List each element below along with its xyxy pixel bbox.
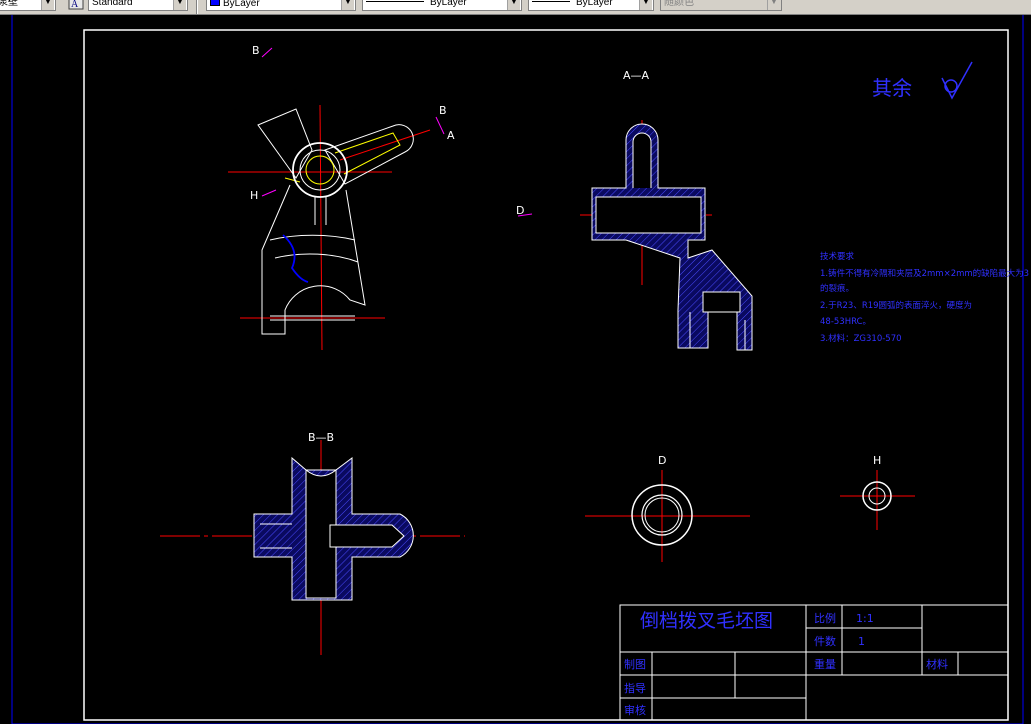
chevron-down-icon[interactable]: ▼	[341, 0, 354, 10]
svg-text:A: A	[71, 0, 79, 10]
view-h: H	[840, 454, 915, 530]
lineweight-preview	[532, 1, 570, 2]
chevron-down-icon[interactable]: ▼	[639, 0, 652, 10]
scale-label: 比例	[814, 611, 836, 625]
color-swatch	[210, 0, 220, 6]
text-style-value: Standard	[92, 0, 133, 8]
roughness-symbol: 其余	[872, 61, 973, 100]
toolbar-separator	[196, 0, 198, 14]
tech-line-3: 2.于R23、R19圆弧的表面淬火，硬度为	[820, 300, 972, 311]
lineweight-value: ByLayer	[576, 0, 613, 8]
plotstyle-value: 随颜色	[664, 0, 694, 8]
text-style-icon[interactable]: A	[68, 0, 84, 10]
mark-h: H	[250, 189, 258, 202]
tech-line-4: 48-53HRC。	[820, 317, 871, 327]
properties-toolbar: 泵壁 ▼ A Standard ▼ ByLayer ▼ ByLayer ▼ By…	[0, 0, 1031, 15]
view-marks-main: B B A H D	[250, 44, 533, 217]
material-label: 材料	[926, 657, 948, 671]
designed-by-label: 指导	[624, 681, 646, 695]
weight-label: 重量	[814, 657, 836, 671]
drawing-title: 倒档拨叉毛坯图	[640, 610, 773, 632]
plotstyle-dropdown: 随颜色 ▼	[660, 0, 782, 11]
quantity-label: 件数	[814, 635, 836, 648]
layer-name: 泵壁	[0, 0, 18, 8]
mark-b1: B	[252, 44, 260, 57]
view-d-label: D	[658, 454, 666, 467]
tech-heading: 技术要求	[820, 251, 855, 262]
chevron-down-icon[interactable]: ▼	[41, 0, 54, 10]
drawn-by-label: 制图	[624, 658, 646, 671]
chevron-down-icon[interactable]: ▼	[173, 0, 186, 10]
roughness-note: 其余	[872, 76, 912, 100]
chevron-down-icon: ▼	[767, 0, 780, 10]
mark-b2: B	[439, 104, 447, 117]
chevron-down-icon[interactable]: ▼	[507, 0, 520, 10]
main-view	[228, 104, 431, 351]
drawing-canvas[interactable]: B B A H D A—A B—B D H 其余 技术要求 1.铸件不得有冷隔和…	[0, 15, 1031, 724]
linetype-preview	[366, 1, 424, 2]
tech-requirements: 技术要求 1.铸件不得有冷隔和夹层及2mm×2mm的缺陷最大为3 的裂痕。 2.…	[820, 251, 1029, 344]
tech-line-2: 的裂痕。	[820, 283, 854, 294]
section-aa-view: A—A	[580, 69, 753, 351]
lineweight-dropdown[interactable]: ByLayer ▼	[528, 0, 654, 11]
tech-line-1: 1.铸件不得有冷隔和夹层及2mm×2mm的缺陷最大为3	[820, 268, 1029, 279]
view-h-label: H	[873, 454, 881, 467]
section-bb-view: B—B	[160, 431, 465, 655]
view-d: D	[585, 454, 750, 562]
checked-by-label: 审核	[624, 703, 646, 717]
linetype-value: ByLayer	[430, 0, 467, 8]
linetype-dropdown[interactable]: ByLayer ▼	[362, 0, 522, 11]
layer-dropdown[interactable]: 泵壁 ▼	[0, 0, 56, 11]
color-dropdown[interactable]: ByLayer ▼	[206, 0, 356, 11]
scale-value: 1:1	[856, 612, 874, 625]
tech-line-5: 3.材料：ZG310-570	[820, 333, 902, 344]
quantity-value: 1	[858, 635, 865, 648]
color-value: ByLayer	[223, 0, 260, 9]
text-style-dropdown[interactable]: Standard ▼	[88, 0, 188, 11]
mark-a: A	[447, 129, 455, 142]
title-block-text: 倒档拨叉毛坯图 比例 1:1 件数 1 重量 材料 制图 指导 审核	[624, 610, 948, 717]
section-aa-label: A—A	[623, 69, 650, 82]
